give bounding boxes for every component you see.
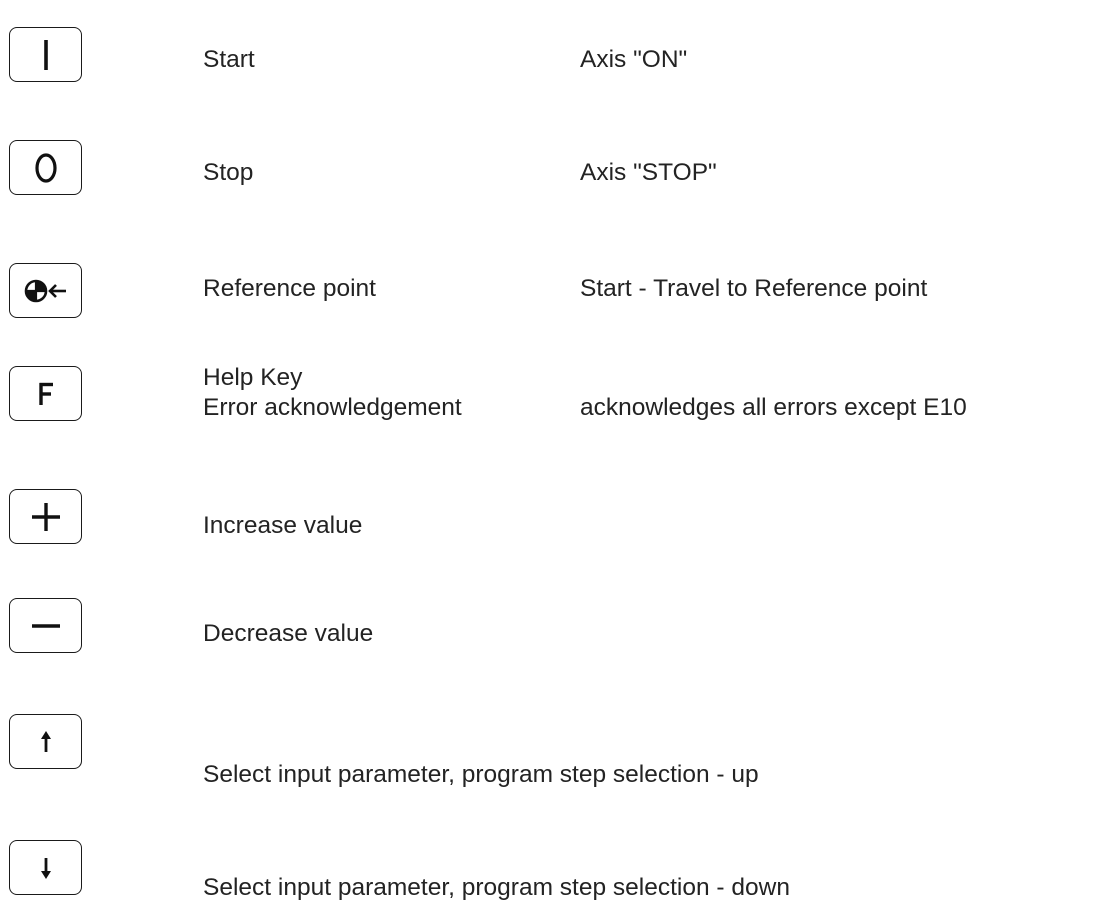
stop-label: Stop (203, 159, 254, 186)
decrease-value-label: Decrease value (203, 620, 374, 647)
minus-icon (31, 623, 60, 628)
decrease-key[interactable] (9, 598, 82, 653)
plus-icon (31, 502, 60, 531)
stop-description: Axis "STOP" (580, 159, 717, 186)
stop-o-icon (34, 152, 57, 183)
reference-point-key[interactable] (9, 263, 82, 318)
up-key[interactable] (9, 714, 82, 769)
start-key[interactable] (9, 27, 82, 82)
select-up-label: Select input parameter, program step sel… (203, 761, 759, 788)
increase-key[interactable] (9, 489, 82, 544)
help-key[interactable] (9, 366, 82, 421)
reference-point-description: Start - Travel to Reference point (580, 275, 928, 302)
reference-point-label: Reference point (203, 275, 376, 302)
help-key-label: Help Key (203, 364, 303, 391)
reference-point-icon (24, 279, 66, 302)
arrow-up-icon (40, 730, 51, 752)
start-description: Axis "ON" (580, 46, 688, 73)
down-key[interactable] (9, 840, 82, 895)
start-i-icon (43, 39, 48, 70)
help-f-icon (38, 382, 53, 405)
stop-key[interactable] (9, 140, 82, 195)
increase-value-label: Increase value (203, 512, 363, 539)
error-acknowledgement-description: acknowledges all errors except E10 (580, 394, 967, 421)
error-acknowledgement-label: Error acknowledgement (203, 394, 462, 421)
arrow-down-icon (40, 857, 51, 879)
start-label: Start (203, 46, 255, 73)
select-down-label: Select input parameter, program step sel… (203, 874, 790, 901)
